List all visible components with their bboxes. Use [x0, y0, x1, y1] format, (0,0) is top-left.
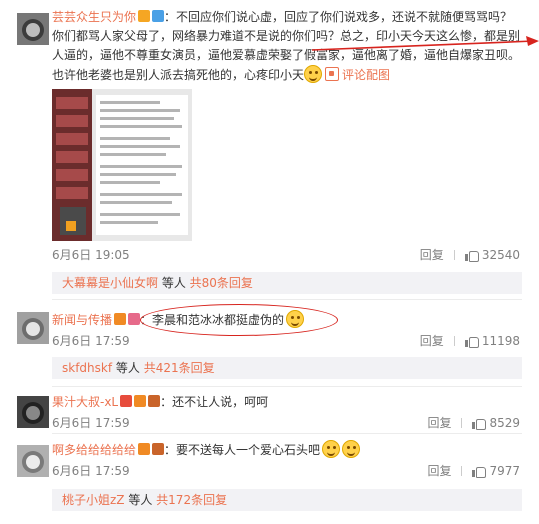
- vip-badge-icon: [134, 395, 147, 407]
- like-count: 11198: [481, 333, 520, 348]
- comment-time: 6月6日 17:59: [52, 464, 130, 478]
- like-button[interactable]: 7977: [472, 464, 520, 478]
- reply-count-link[interactable]: 共80条回复: [190, 276, 253, 290]
- username[interactable]: 果汁大叔-xL: [52, 395, 118, 409]
- avatar[interactable]: [17, 445, 49, 477]
- reply-summary[interactable]: 大幕幕是小仙女啊 等人 共80条回复: [52, 272, 522, 294]
- annotation-arrow: [312, 36, 539, 51]
- comment-actions: 回复 11198: [420, 332, 520, 349]
- laugh-emoji-icon: [304, 65, 323, 83]
- like-count: 32540: [481, 247, 520, 262]
- thumbs-up-icon: [472, 417, 487, 430]
- reply-user-link[interactable]: skfdhskf: [62, 361, 112, 375]
- star-badge-icon: [120, 395, 133, 407]
- comment-text: 果汁大叔-xL ：还不让人说，呵呵: [52, 395, 269, 409]
- vip-badge-icon: [138, 10, 151, 22]
- reply-summary[interactable]: 桃子小姐zZ 等人 共172条回复: [52, 489, 522, 511]
- avatar[interactable]: [17, 13, 49, 45]
- thumbs-up-icon: [464, 249, 479, 262]
- like-count: 8529: [489, 415, 520, 430]
- reply-button[interactable]: 回复: [420, 246, 444, 263]
- comment-time: 6月6日 19:05: [52, 248, 130, 262]
- like-count: 7977: [489, 463, 520, 478]
- like-button[interactable]: 32540: [464, 247, 520, 262]
- like-button[interactable]: 11198: [464, 333, 520, 348]
- comment-image[interactable]: [52, 89, 192, 241]
- avatar[interactable]: [17, 312, 49, 344]
- thumbs-up-icon: [472, 465, 487, 478]
- reply-summary[interactable]: skfdhskf 等人 共421条回复: [52, 357, 522, 379]
- reply-count-link[interactable]: 共421条回复: [144, 361, 215, 375]
- comment-actions: 回复 8529: [427, 414, 520, 431]
- reply-button[interactable]: 回复: [420, 332, 444, 349]
- username[interactable]: 新闻与传播: [52, 313, 112, 327]
- avatar[interactable]: [17, 396, 49, 428]
- member-badge-icon: [128, 313, 141, 325]
- reply-button[interactable]: 回复: [427, 414, 451, 431]
- comment-line-1: ：不回应你们说心虚，回应了你们说戏多，还说不就随便骂骂吗？: [164, 10, 513, 24]
- reply-count-link[interactable]: 共172条回复: [156, 493, 227, 507]
- annotation-oval: [140, 304, 338, 336]
- reply-user-link[interactable]: 桃子小姐zZ: [62, 493, 125, 507]
- username[interactable]: 啊多给给给给给: [52, 443, 136, 457]
- laugh-emoji-icon: [322, 440, 341, 458]
- reply-user-link[interactable]: 大幕幕是小仙女啊: [62, 276, 158, 290]
- reply-button[interactable]: 回复: [427, 462, 451, 479]
- image-link-icon: [325, 67, 340, 81]
- member-badge-icon: [152, 10, 165, 22]
- vip-badge-icon: [114, 313, 127, 325]
- comment-actions: 回复 32540: [420, 246, 520, 263]
- comment-time: 6月6日 17:59: [52, 334, 130, 348]
- like-button[interactable]: 8529: [472, 416, 520, 430]
- member-badge-icon: [148, 395, 161, 407]
- comment-image-link[interactable]: 评论配图: [342, 68, 390, 82]
- vip-badge-icon: [138, 443, 151, 455]
- comment-line-4: 也许他老婆也是别人派去搞死他的，心疼印小天: [52, 68, 305, 82]
- comment-text: 啊多给给给给给 ：要不送每人一个爱心石头吧: [52, 440, 492, 460]
- comment-actions: 回复 7977: [427, 462, 520, 479]
- comment-time: 6月6日 17:59: [52, 416, 130, 430]
- laugh-emoji-icon: [342, 440, 361, 458]
- username[interactable]: 芸芸众生只为你: [52, 10, 136, 24]
- member-badge-icon: [152, 443, 165, 455]
- thumbs-up-icon: [464, 335, 479, 348]
